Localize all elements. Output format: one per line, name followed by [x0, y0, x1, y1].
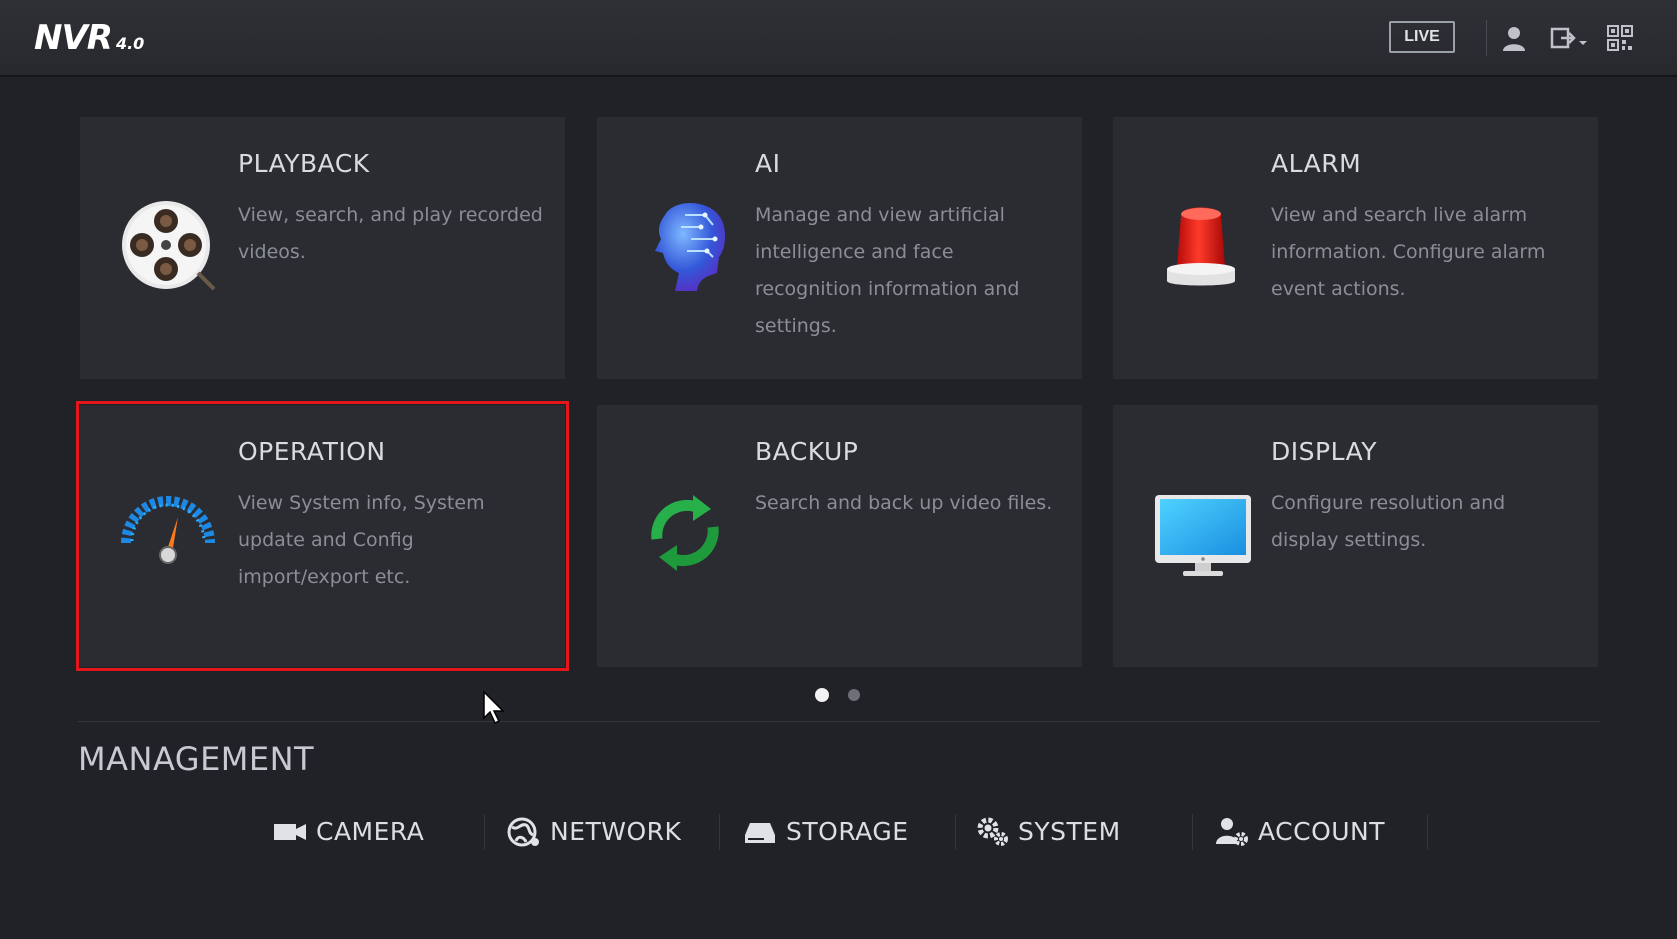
card-title: DISPLAY: [1271, 437, 1378, 466]
backup-card[interactable]: BACKUP Search and back up video files.: [597, 405, 1082, 667]
management-bar: CAMERA NETWORK STORAGE SYSTEM ACCOUNT: [262, 808, 1432, 854]
page-dot-1[interactable]: [815, 688, 829, 702]
live-button[interactable]: LIVE: [1389, 21, 1455, 53]
management-separator: [955, 814, 956, 850]
playback-card[interactable]: PLAYBACK View, search, and play recorded…: [80, 117, 565, 379]
gears-icon: [974, 815, 1010, 847]
management-item-label: CAMERA: [316, 816, 425, 846]
management-separator: [1192, 814, 1193, 850]
page-dot-2[interactable]: [848, 689, 860, 701]
logo-version: 4.0: [115, 34, 145, 53]
alarm-siren-icon: [1151, 195, 1251, 295]
card-description: View and search live alarm information. …: [1271, 204, 1546, 300]
ai-brain-head-icon: [635, 195, 735, 295]
card-description: Configure resolution and display setting…: [1271, 492, 1506, 551]
management-system[interactable]: SYSTEM: [974, 808, 1121, 854]
management-network[interactable]: NETWORK: [506, 808, 681, 854]
management-camera[interactable]: CAMERA: [272, 808, 424, 854]
network-globe-icon: [506, 815, 542, 847]
card-description: View, search, and play recorded videos.: [238, 204, 543, 263]
management-item-label: NETWORK: [550, 816, 682, 846]
section-divider: [78, 721, 1600, 722]
management-item-label: SYSTEM: [1018, 816, 1121, 846]
management-separator: [1427, 814, 1428, 850]
sync-arrows-icon: [635, 483, 735, 583]
card-title: BACKUP: [755, 437, 859, 466]
logo-text: NVR: [34, 18, 113, 58]
management-separator: [719, 814, 720, 850]
management-item-label: STORAGE: [786, 816, 909, 846]
management-title: MANAGEMENT: [78, 740, 315, 778]
alarm-card[interactable]: ALARM View and search live alarm informa…: [1113, 117, 1598, 379]
management-storage[interactable]: STORAGE: [742, 808, 909, 854]
card-title: AI: [755, 149, 781, 178]
management-account[interactable]: ACCOUNT: [1214, 808, 1385, 854]
management-item-label: ACCOUNT: [1258, 816, 1386, 846]
mouse-cursor-icon: [482, 690, 506, 726]
logout-icon[interactable]: [1549, 24, 1589, 52]
top-separator: [1486, 20, 1487, 56]
card-description: View System info, System update and Conf…: [238, 492, 485, 588]
user-icon[interactable]: [1499, 24, 1529, 52]
card-description: Manage and view artificial intelligence …: [755, 204, 1020, 337]
ai-card[interactable]: AI Manage and view artificial intelligen…: [597, 117, 1082, 379]
management-separator: [484, 814, 485, 850]
card-title: OPERATION: [238, 437, 386, 466]
film-reel-icon: [118, 195, 218, 295]
display-card[interactable]: DISPLAY Configure resolution and display…: [1113, 405, 1598, 667]
nvr-logo: NVR 4.0: [34, 18, 144, 58]
gauge-icon: [118, 483, 218, 583]
hard-drive-icon: [742, 815, 778, 847]
operation-card[interactable]: OPERATION View System info, System updat…: [76, 401, 569, 671]
monitor-icon: [1151, 483, 1255, 583]
card-title: PLAYBACK: [238, 149, 370, 178]
account-gear-icon: [1214, 815, 1250, 847]
card-description: Search and back up video files.: [755, 492, 1053, 514]
qr-code-icon[interactable]: [1605, 24, 1635, 52]
camera-icon: [272, 815, 308, 847]
top-bar: NVR 4.0 LIVE: [0, 0, 1677, 77]
card-title: ALARM: [1271, 149, 1362, 178]
